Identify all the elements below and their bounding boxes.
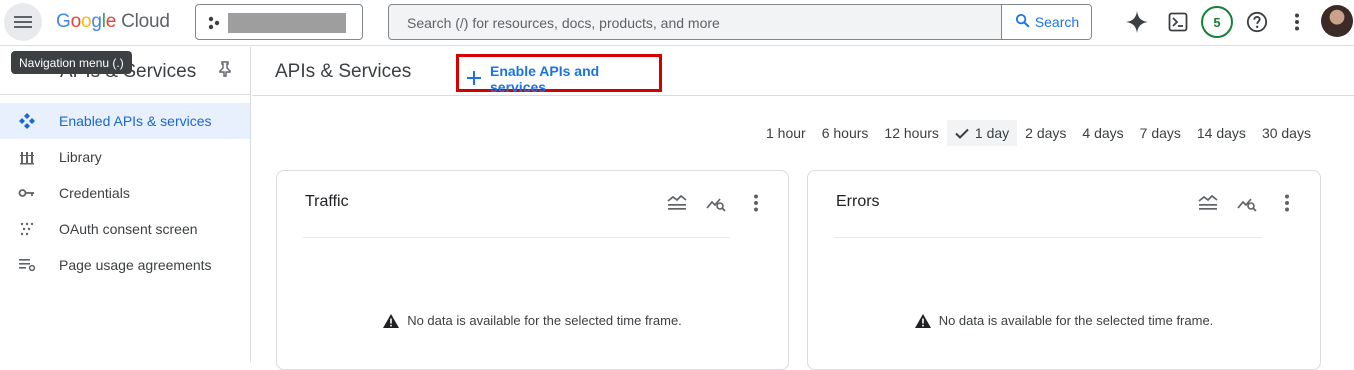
main-header: APIs & Services Enable APIs and services	[252, 47, 1354, 96]
search-input[interactable]: Search (/) for resources, docs, products…	[407, 15, 720, 31]
gemini-spark-icon[interactable]	[1123, 8, 1151, 36]
time-option-6-hours[interactable]: 6 hours	[814, 120, 877, 146]
project-icon	[208, 16, 220, 33]
pin-icon[interactable]	[218, 61, 232, 82]
navigation-menu-tooltip: Navigation menu (.)	[11, 51, 132, 74]
google-cloud-logo[interactable]: Google Cloud	[56, 11, 170, 33]
time-option-30-days[interactable]: 30 days	[1254, 120, 1319, 146]
time-option-7-days[interactable]: 7 days	[1132, 120, 1189, 146]
consent-icon	[18, 220, 36, 238]
sidebar-item-label: Library	[59, 149, 102, 165]
top-bar: Google Cloud Search (/) for resources, do…	[0, 0, 1354, 46]
api-icon	[18, 112, 36, 130]
legend-toggle-icon[interactable]	[1196, 191, 1220, 215]
time-option-1-day[interactable]: 1 day	[946, 120, 1018, 146]
explore-chart-icon[interactable]	[1235, 191, 1259, 215]
help-icon[interactable]	[1243, 8, 1271, 36]
sidebar-item-label: Page usage agreements	[59, 257, 212, 273]
logo-cloud: Cloud	[121, 11, 170, 32]
time-range-selector: 1 hour 6 hours 12 hours 1 day 2 days 4 d…	[758, 120, 1319, 146]
legend-toggle-icon[interactable]	[665, 191, 689, 215]
notifications-badge[interactable]: 5	[1201, 6, 1233, 38]
project-name-redacted	[228, 13, 346, 33]
card-divider	[834, 237, 1262, 238]
time-option-14-days[interactable]: 14 days	[1189, 120, 1254, 146]
no-data-text: No data is available for the selected ti…	[407, 313, 682, 328]
enable-apis-label: Enable APIs and services	[490, 63, 600, 95]
card-more-options-icon[interactable]	[1275, 191, 1299, 215]
card-more-options-icon[interactable]	[744, 191, 768, 215]
more-options-icon[interactable]	[1283, 8, 1311, 36]
warning-icon	[914, 313, 931, 328]
key-icon	[18, 184, 36, 202]
search-button[interactable]: Search	[1001, 5, 1091, 39]
library-icon	[18, 148, 36, 166]
sidebar-item-enabled-apis[interactable]: Enabled APIs & services	[0, 103, 250, 139]
time-option-2-days[interactable]: 2 days	[1017, 120, 1074, 146]
search-button-label: Search	[1034, 14, 1080, 30]
no-data-message: No data is available for the selected ti…	[277, 313, 788, 328]
project-picker[interactable]	[195, 4, 363, 40]
sidebar-item-credentials[interactable]: Credentials	[0, 175, 250, 211]
errors-card: Errors No data is available for the sele…	[807, 170, 1321, 370]
enable-apis-highlight: Enable APIs and services	[456, 54, 662, 95]
time-option-1-hour[interactable]: 1 hour	[758, 120, 814, 146]
sidebar-item-oauth-consent[interactable]: OAuth consent screen	[0, 211, 250, 247]
no-data-text: No data is available for the selected ti…	[938, 313, 1214, 328]
logo-google: Google	[56, 11, 117, 32]
page-title: APIs & Services	[275, 61, 412, 82]
check-icon	[955, 128, 969, 139]
navigation-menu-button[interactable]	[4, 3, 42, 41]
avatar[interactable]	[1321, 5, 1353, 37]
no-data-message: No data is available for the selected ti…	[808, 313, 1320, 328]
explore-chart-icon[interactable]	[704, 191, 728, 215]
cloud-shell-icon[interactable]	[1164, 8, 1192, 36]
warning-icon	[383, 313, 400, 328]
enable-apis-button[interactable]: Enable APIs and services	[467, 63, 659, 95]
card-title: Errors	[836, 193, 880, 210]
traffic-card: Traffic No data is available for the sel…	[276, 170, 789, 370]
sidebar-item-page-usage[interactable]: Page usage agreements	[0, 247, 250, 283]
menu-icon	[14, 16, 32, 28]
time-option-4-days[interactable]: 4 days	[1074, 120, 1131, 146]
sidebar-item-label: OAuth consent screen	[59, 221, 198, 237]
sidebar-item-label: Credentials	[59, 185, 130, 201]
search-bar[interactable]: Search (/) for resources, docs, products…	[388, 4, 1092, 40]
card-title: Traffic	[305, 193, 349, 210]
settings-list-icon	[18, 256, 36, 274]
search-icon	[1014, 12, 1031, 32]
card-divider	[303, 237, 730, 238]
time-option-label: 1 day	[974, 125, 1010, 141]
sidebar-item-library[interactable]: Library	[0, 139, 250, 175]
time-option-12-hours[interactable]: 12 hours	[876, 120, 946, 146]
sidebar-item-label: Enabled APIs & services	[59, 113, 212, 129]
plus-icon	[467, 70, 481, 88]
sidebar: APIs & Services Enabled APIs & services …	[0, 47, 251, 362]
